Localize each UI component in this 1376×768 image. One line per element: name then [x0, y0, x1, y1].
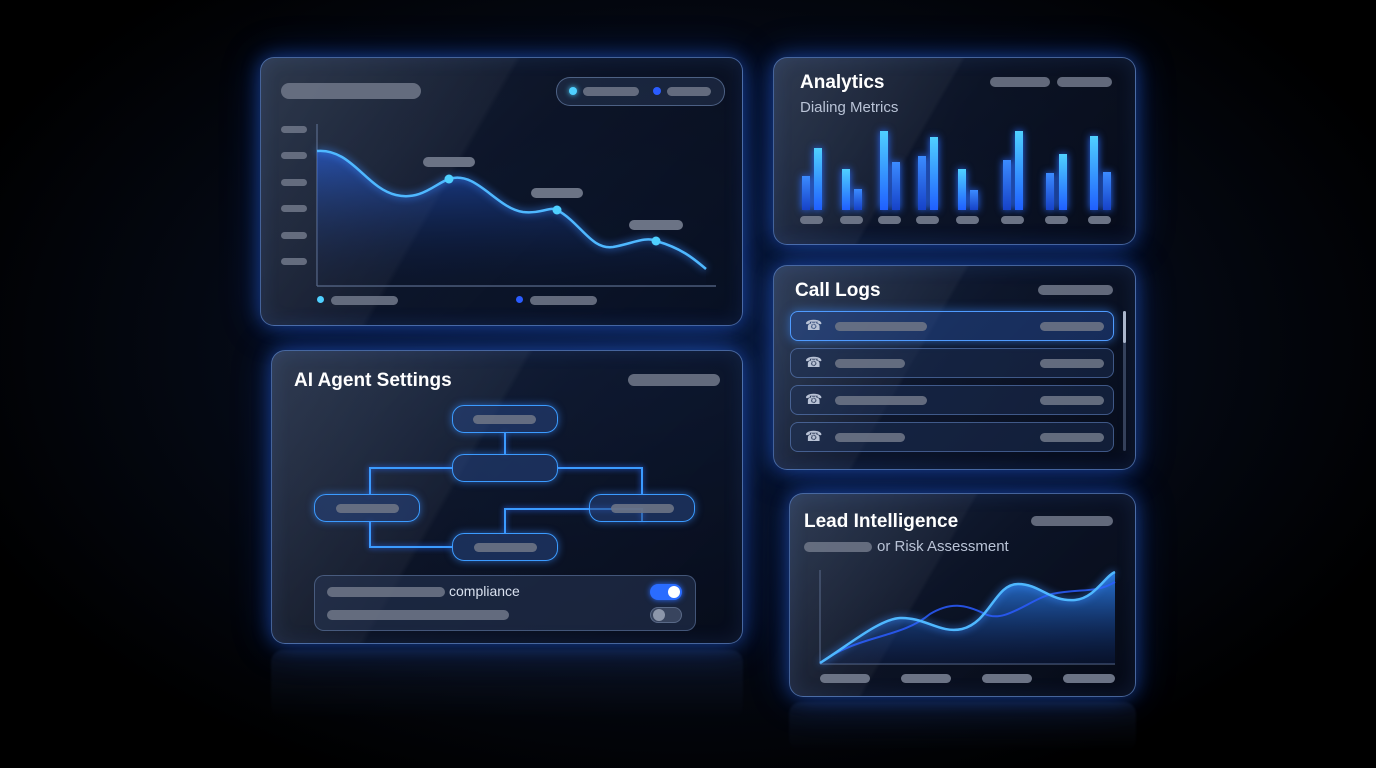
trend-point	[552, 205, 562, 215]
bar	[958, 169, 966, 210]
compliance-label: compliance	[449, 583, 520, 599]
phone-icon: ☎	[805, 428, 823, 444]
flow-node-end[interactable]	[452, 533, 558, 561]
x-legend-label-1	[331, 296, 398, 305]
bar	[1015, 131, 1023, 210]
trend-chart-panel	[260, 57, 743, 326]
node-label-placeholder	[336, 504, 399, 513]
bar	[854, 189, 862, 210]
ai-agent-settings-panel: AI Agent Settings compliance	[271, 350, 743, 644]
risk-area-chart	[819, 570, 1116, 683]
phone-icon: ☎	[805, 354, 823, 370]
call-log-row[interactable]: ☎	[790, 348, 1114, 378]
call-time-placeholder	[1040, 433, 1104, 442]
bar	[918, 156, 926, 210]
bar	[970, 190, 978, 210]
x-tick-placeholder	[820, 674, 870, 683]
lead-intelligence-panel: Lead Intelligence or Risk Assessment	[789, 493, 1136, 697]
bar	[1046, 173, 1054, 210]
call-name-placeholder	[835, 322, 927, 331]
flow-node-left[interactable]	[314, 494, 420, 522]
call-time-placeholder	[1040, 396, 1104, 405]
call-logs-panel: Call Logs ☎ ☎ ☎ ☎	[773, 265, 1136, 470]
x-tick-placeholder	[800, 216, 823, 224]
compliance-toggle[interactable]	[650, 584, 682, 600]
call-log-row[interactable]: ☎	[790, 385, 1114, 415]
x-tick-placeholder	[956, 216, 979, 224]
call-time-placeholder	[1040, 322, 1104, 331]
setting-label-placeholder	[327, 610, 509, 620]
setting-label-placeholder	[327, 587, 445, 597]
bar	[930, 137, 938, 210]
bar	[1090, 136, 1098, 210]
node-label-placeholder	[611, 504, 674, 513]
x-legend-dot-cyan	[317, 296, 324, 303]
call-logs-title: Call Logs	[795, 280, 881, 301]
call-log-row[interactable]: ☎	[790, 311, 1114, 341]
trend-point	[444, 174, 454, 184]
x-tick-placeholder	[1063, 674, 1115, 683]
call-name-placeholder	[835, 359, 905, 368]
data-label-placeholder	[531, 188, 583, 198]
data-label-placeholder	[423, 157, 475, 167]
trend-point	[651, 236, 661, 246]
data-label-placeholder	[629, 220, 683, 230]
x-tick-placeholder	[1088, 216, 1111, 224]
flow-node-router[interactable]	[452, 454, 558, 482]
dialing-bar-chart	[800, 131, 1111, 224]
bar	[814, 148, 822, 210]
x-tick-placeholder	[878, 216, 901, 224]
bar	[880, 131, 888, 210]
flow-node-start[interactable]	[452, 405, 558, 433]
x-tick-placeholder	[840, 216, 863, 224]
x-tick-placeholder	[901, 674, 951, 683]
toggle-knob	[653, 609, 665, 621]
call-name-placeholder	[835, 433, 905, 442]
scrollbar[interactable]	[1123, 311, 1126, 451]
bar	[1103, 172, 1111, 210]
call-log-row[interactable]: ☎	[790, 422, 1114, 452]
call-time-placeholder	[1040, 359, 1104, 368]
x-legend-dot-blue	[516, 296, 523, 303]
flow-node-right[interactable]	[589, 494, 695, 522]
bar	[842, 169, 850, 210]
trend-area	[317, 150, 706, 286]
trend-line-chart	[316, 124, 716, 287]
x-tick-placeholder	[1045, 216, 1068, 224]
bar	[1059, 154, 1067, 210]
x-tick-placeholder	[1001, 216, 1024, 224]
reflection-lead	[789, 702, 1136, 752]
phone-icon: ☎	[805, 317, 823, 333]
scrollbar-thumb[interactable]	[1123, 311, 1126, 343]
phone-icon: ☎	[805, 391, 823, 407]
header-placeholder	[1038, 285, 1113, 295]
secondary-toggle[interactable]	[650, 607, 682, 623]
bar	[802, 176, 810, 210]
node-label-placeholder	[473, 415, 536, 424]
node-label-placeholder	[474, 543, 537, 552]
call-name-placeholder	[835, 396, 927, 405]
bar	[1003, 160, 1011, 210]
toggle-knob	[668, 586, 680, 598]
x-tick-placeholder	[982, 674, 1032, 683]
x-legend-label-2	[530, 296, 597, 305]
bar	[892, 162, 900, 210]
settings-options-box: compliance	[314, 575, 696, 631]
risk-area	[820, 572, 1115, 664]
x-tick-placeholder	[916, 216, 939, 224]
reflection-settings	[271, 650, 743, 720]
analytics-panel: Analytics Dialing Metrics	[773, 57, 1136, 245]
